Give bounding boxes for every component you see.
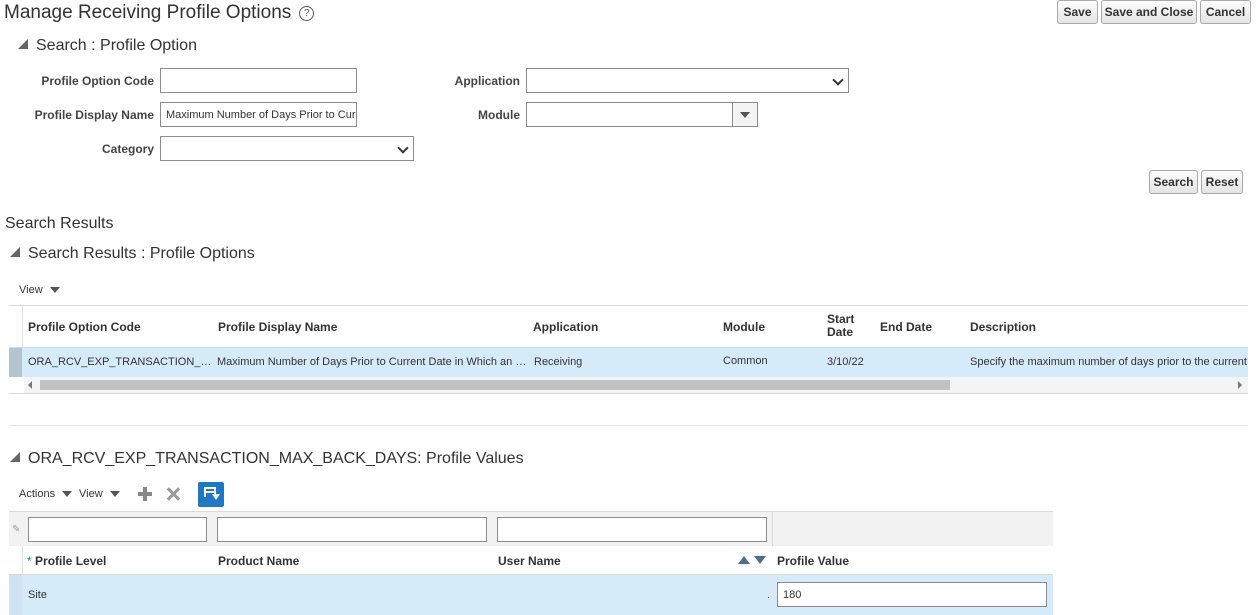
search-results-heading: Search Results [5, 215, 114, 232]
scrollbar-thumb[interactable] [40, 380, 950, 390]
profile-values-table: ✎ * Profile Level Product Name User Name… [9, 511, 1053, 615]
column-header-profile-display-name[interactable]: Profile Display Name [218, 320, 337, 334]
scroll-left-icon[interactable] [28, 381, 32, 389]
application-label: Application [454, 74, 520, 88]
module-dropdown-button[interactable] [732, 103, 757, 126]
cell-start-date: 3/10/22 [827, 356, 864, 368]
cell-module: Common [723, 355, 768, 367]
column-header-start-date[interactable]: Start Date [827, 313, 867, 339]
disclosure-triangle-icon[interactable] [18, 39, 28, 49]
reset-button[interactable]: Reset [1201, 170, 1243, 194]
results-section-title: Search Results : Profile Options [28, 245, 255, 262]
sort-ascending-icon[interactable] [738, 556, 750, 564]
column-header-module[interactable]: Module [723, 320, 765, 334]
cancel-button[interactable]: Cancel [1200, 0, 1251, 24]
search-section-header[interactable]: Search : Profile Option [18, 37, 197, 55]
results-section-header[interactable]: Search Results : Profile Options [10, 245, 255, 263]
page-title-text: Manage Receiving Profile Options [4, 2, 292, 23]
save-and-close-button[interactable]: Save and Close [1101, 0, 1197, 24]
table-top-divider [9, 305, 1248, 306]
cell-profile-display-name: Maximum Number of Days Prior to Current … [217, 356, 527, 368]
search-button[interactable]: Search [1149, 170, 1198, 194]
scroll-right-icon[interactable] [1238, 381, 1242, 389]
section-divider [9, 425, 1248, 426]
profile-values-section-title: ORA_RCV_EXP_TRANSACTION_MAX_BACK_DAYS: P… [28, 450, 524, 467]
cell-profile-option-code: ORA_RCV_EXP_TRANSACTION_… [28, 356, 212, 368]
profile-option-code-input[interactable] [160, 68, 357, 93]
profile-option-code-label: Profile Option Code [41, 74, 154, 88]
filter-profile-level-input[interactable] [28, 517, 207, 542]
column-header-profile-level[interactable]: * Profile Level [27, 554, 106, 568]
filter-row: ✎ [9, 511, 1053, 547]
disclosure-triangle-icon[interactable] [10, 452, 20, 462]
column-divider [22, 546, 23, 574]
disclosure-triangle-icon[interactable] [10, 247, 20, 257]
results-view-menu[interactable]: View [19, 284, 60, 296]
table-row[interactable]: Site . 180 [9, 575, 1053, 615]
application-select[interactable] [526, 68, 849, 93]
column-divider [772, 512, 773, 546]
column-header-description[interactable]: Description [970, 320, 1036, 334]
row-selector[interactable] [9, 575, 22, 615]
header-row: * Profile Level Product Name User Name P… [9, 546, 1053, 575]
category-label: Category [101, 142, 154, 156]
table-row[interactable]: ORA_RCV_EXP_TRANSACTION_… Maximum Number… [9, 347, 1248, 377]
column-header-product-name[interactable]: Product Name [218, 554, 299, 568]
actions-menu-label: Actions [19, 488, 56, 500]
row-selector[interactable] [9, 348, 22, 377]
save-button[interactable]: Save [1057, 0, 1098, 24]
help-icon[interactable]: ? [299, 6, 315, 21]
cell-dot: . [767, 589, 771, 601]
actions-menu[interactable]: Actions [19, 488, 73, 500]
module-combobox[interactable] [526, 102, 758, 127]
view-menu-label: View [19, 284, 43, 296]
view-menu-label: View [79, 488, 103, 500]
module-label: Module [478, 108, 520, 122]
values-view-menu[interactable]: View [79, 488, 120, 500]
column-header-profile-value[interactable]: Profile Value [777, 554, 849, 568]
table-bottom-divider [9, 393, 1248, 394]
query-by-example-icon[interactable] [198, 482, 224, 507]
page-title: Manage Receiving Profile Options? [4, 2, 315, 24]
profile-display-name-input[interactable]: Maximum Number of Days Prior to Cur [160, 102, 357, 127]
chevron-down-icon [832, 74, 844, 86]
column-header-application[interactable]: Application [533, 320, 598, 334]
column-header-user-name[interactable]: User Name [498, 554, 561, 568]
profile-level-label: Profile Level [35, 554, 107, 568]
dropdown-arrow-icon [740, 111, 750, 118]
menu-arrow-icon [62, 491, 73, 498]
edit-icon: ✎ [12, 524, 21, 535]
cell-application: Receiving [534, 356, 583, 368]
filter-product-name-input[interactable] [217, 517, 487, 542]
required-marker: * [27, 554, 32, 568]
profile-value-input[interactable]: 180 [777, 582, 1047, 607]
add-icon[interactable] [138, 487, 152, 501]
menu-arrow-icon [109, 491, 120, 498]
column-header-end-date[interactable]: End Date [880, 320, 932, 334]
filter-user-name-input[interactable] [497, 517, 767, 542]
sort-descending-icon[interactable] [754, 556, 766, 564]
chevron-down-icon [397, 142, 409, 154]
horizontal-scrollbar[interactable] [24, 377, 1248, 393]
category-select[interactable] [160, 136, 414, 161]
search-section-title: Search : Profile Option [36, 37, 197, 54]
profile-values-section-header[interactable]: ORA_RCV_EXP_TRANSACTION_MAX_BACK_DAYS: P… [10, 450, 524, 468]
profile-display-name-label: Profile Display Name [34, 108, 154, 122]
menu-arrow-icon [49, 287, 60, 294]
cell-profile-level: Site [28, 589, 47, 601]
delete-icon[interactable] [166, 487, 181, 501]
cell-description: Specify the maximum number of days prior… [970, 356, 1248, 368]
column-header-profile-option-code[interactable]: Profile Option Code [28, 320, 141, 334]
